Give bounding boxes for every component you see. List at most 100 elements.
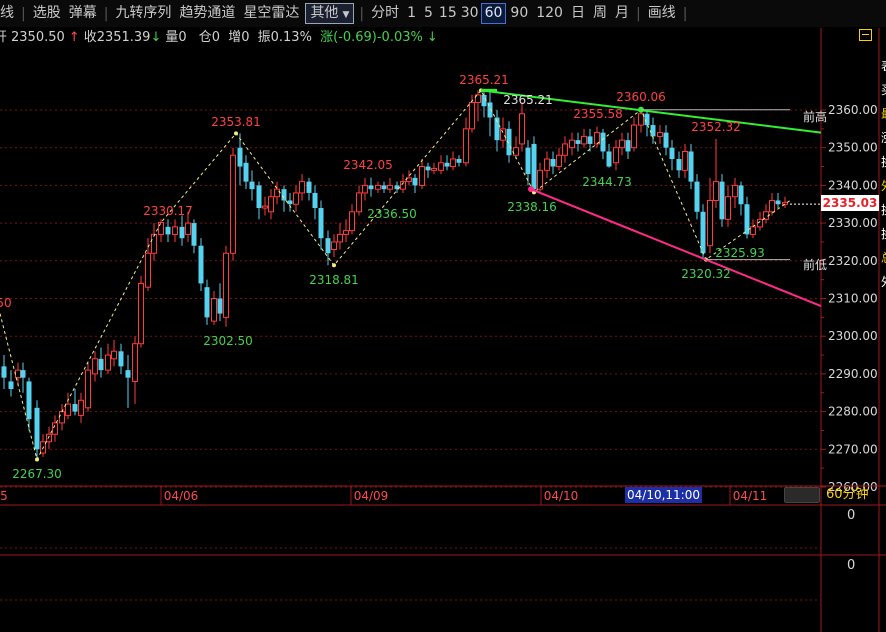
toolbar-item-star-radar[interactable]: 星空雷达 [239, 0, 303, 27]
open-prefix: 开 [0, 30, 8, 45]
x-label: 04/10 [544, 489, 579, 503]
period-1[interactable]: 1 [403, 0, 420, 27]
crosshair-date-label: 04/10,11:00 [625, 487, 702, 503]
amplitude-value: 振0.13% [257, 30, 312, 45]
x-label: 5 [0, 489, 8, 503]
y-tick-label: 2350.00 [828, 141, 878, 155]
candle-up [211, 298, 217, 322]
candle-up [513, 147, 519, 156]
candle-up [145, 252, 151, 288]
candle-up [92, 358, 98, 375]
candle-up [172, 226, 178, 235]
period-30[interactable]: 30 [459, 0, 481, 27]
candle-down [72, 404, 78, 412]
toolbar-item-nine-turn[interactable]: 九转序列 [111, 0, 175, 27]
pivot-label-low: 2302.50 [203, 334, 253, 348]
candle-up [293, 192, 299, 205]
candle-up [782, 201, 788, 205]
candle-down [650, 125, 656, 137]
candle-up [707, 199, 713, 247]
pivot-label-low: 2336.50 [367, 207, 417, 221]
y-tick-label: 2290.00 [828, 367, 878, 381]
candle-down [237, 147, 243, 167]
candle-up [463, 128, 469, 164]
pivot-label-low: 2320.32 [681, 267, 731, 281]
side-panel-char: 外 [881, 179, 886, 193]
x-label: 04/09 [354, 489, 389, 503]
candle-up [46, 433, 52, 443]
candle-down [669, 147, 675, 160]
candle-down [8, 381, 14, 389]
period-5[interactable]: 5 [420, 0, 437, 27]
candle-down [26, 381, 32, 420]
draw-line-button[interactable]: 画线 [644, 0, 680, 27]
candle-up [682, 150, 688, 171]
toolbar-item-danmaku[interactable]: 弹幕 [65, 0, 101, 27]
toolbar-separator: | [635, 5, 641, 22]
candle-up [59, 411, 65, 424]
kline-chart[interactable]: 2360.00 2350.00 2340.00 2330.00 2320.00 2310.… [0, 0, 886, 632]
up-arrow-icon: ↑ [68, 30, 80, 45]
candle-down [312, 192, 318, 209]
period-60-active[interactable]: 60 [480, 3, 507, 24]
pivot-label-high: 2353.81 [211, 115, 261, 129]
candle-down [256, 185, 262, 209]
candle-down [306, 181, 312, 193]
candle-up [375, 184, 381, 190]
pivot-label-low: 2318.81 [309, 273, 359, 287]
candle-down [481, 94, 487, 107]
candle-down [694, 181, 700, 212]
down-arrow-icon: ↓ [150, 30, 162, 45]
candle-up [78, 399, 84, 416]
pivot-label-high: 50 [0, 296, 12, 310]
scrollbar-thumb[interactable] [784, 487, 820, 503]
candle-down [243, 162, 249, 182]
candle-up [387, 184, 393, 190]
period-month[interactable]: 月 [611, 0, 633, 27]
x-label: 04/06 [164, 489, 199, 503]
period-intraday[interactable]: 分时 [367, 0, 403, 27]
candle-up [419, 166, 425, 186]
toolbar-other-dropdown[interactable]: 其他 ▼ [305, 3, 355, 24]
minimize-icon[interactable] [859, 29, 872, 41]
pivot-label-high: 2365.21 [459, 73, 509, 87]
pivot-label-high: 2352.32 [691, 120, 741, 134]
candle-up [613, 147, 619, 164]
toolbar-item-trend-channel[interactable]: 趋势通道 [175, 0, 239, 27]
zigzag-line [0, 89, 791, 461]
candle-down [125, 370, 131, 378]
period-week[interactable]: 周 [589, 0, 611, 27]
candle-down [456, 159, 462, 163]
candle-up [185, 222, 191, 235]
candle-up [223, 252, 229, 318]
side-panel-char: 最 [881, 107, 886, 121]
candle-down [738, 185, 744, 205]
candle-up [337, 233, 343, 243]
candle-down [217, 298, 223, 314]
candle-down [606, 151, 612, 167]
quote-stats: 开 2350.50 ↑ 收2351.39↓ 量0 仓0 增0 振0.13% 涨(-0.6… [0, 28, 442, 48]
y-tick-label: 2280.00 [828, 405, 878, 419]
candle-up [406, 177, 412, 183]
candle-up [475, 94, 481, 103]
period-15[interactable]: 15 [437, 0, 459, 27]
candle-up [343, 230, 349, 235]
candle-down [644, 113, 650, 126]
candle-down [281, 189, 287, 201]
period-day[interactable]: 日 [567, 0, 589, 27]
trend-line-upper [480, 89, 822, 134]
candle-up [556, 154, 562, 168]
candle-down [381, 185, 387, 190]
increase-value: 增0 [228, 30, 250, 45]
side-panel-char: 外 [881, 275, 886, 289]
pivot-label-high: 2342.05 [343, 158, 393, 172]
toolbar-cut-item[interactable]: 线 [0, 0, 18, 27]
candle-up [631, 124, 637, 149]
period-90[interactable]: 90 [506, 0, 532, 27]
candle-down [663, 132, 669, 148]
toolbar-item-select-stock[interactable]: 选股 [29, 0, 65, 27]
candle-up [469, 101, 475, 130]
period-120[interactable]: 120 [532, 0, 567, 27]
candle-up [431, 167, 437, 171]
y-tick-label: 2310.00 [828, 292, 878, 306]
